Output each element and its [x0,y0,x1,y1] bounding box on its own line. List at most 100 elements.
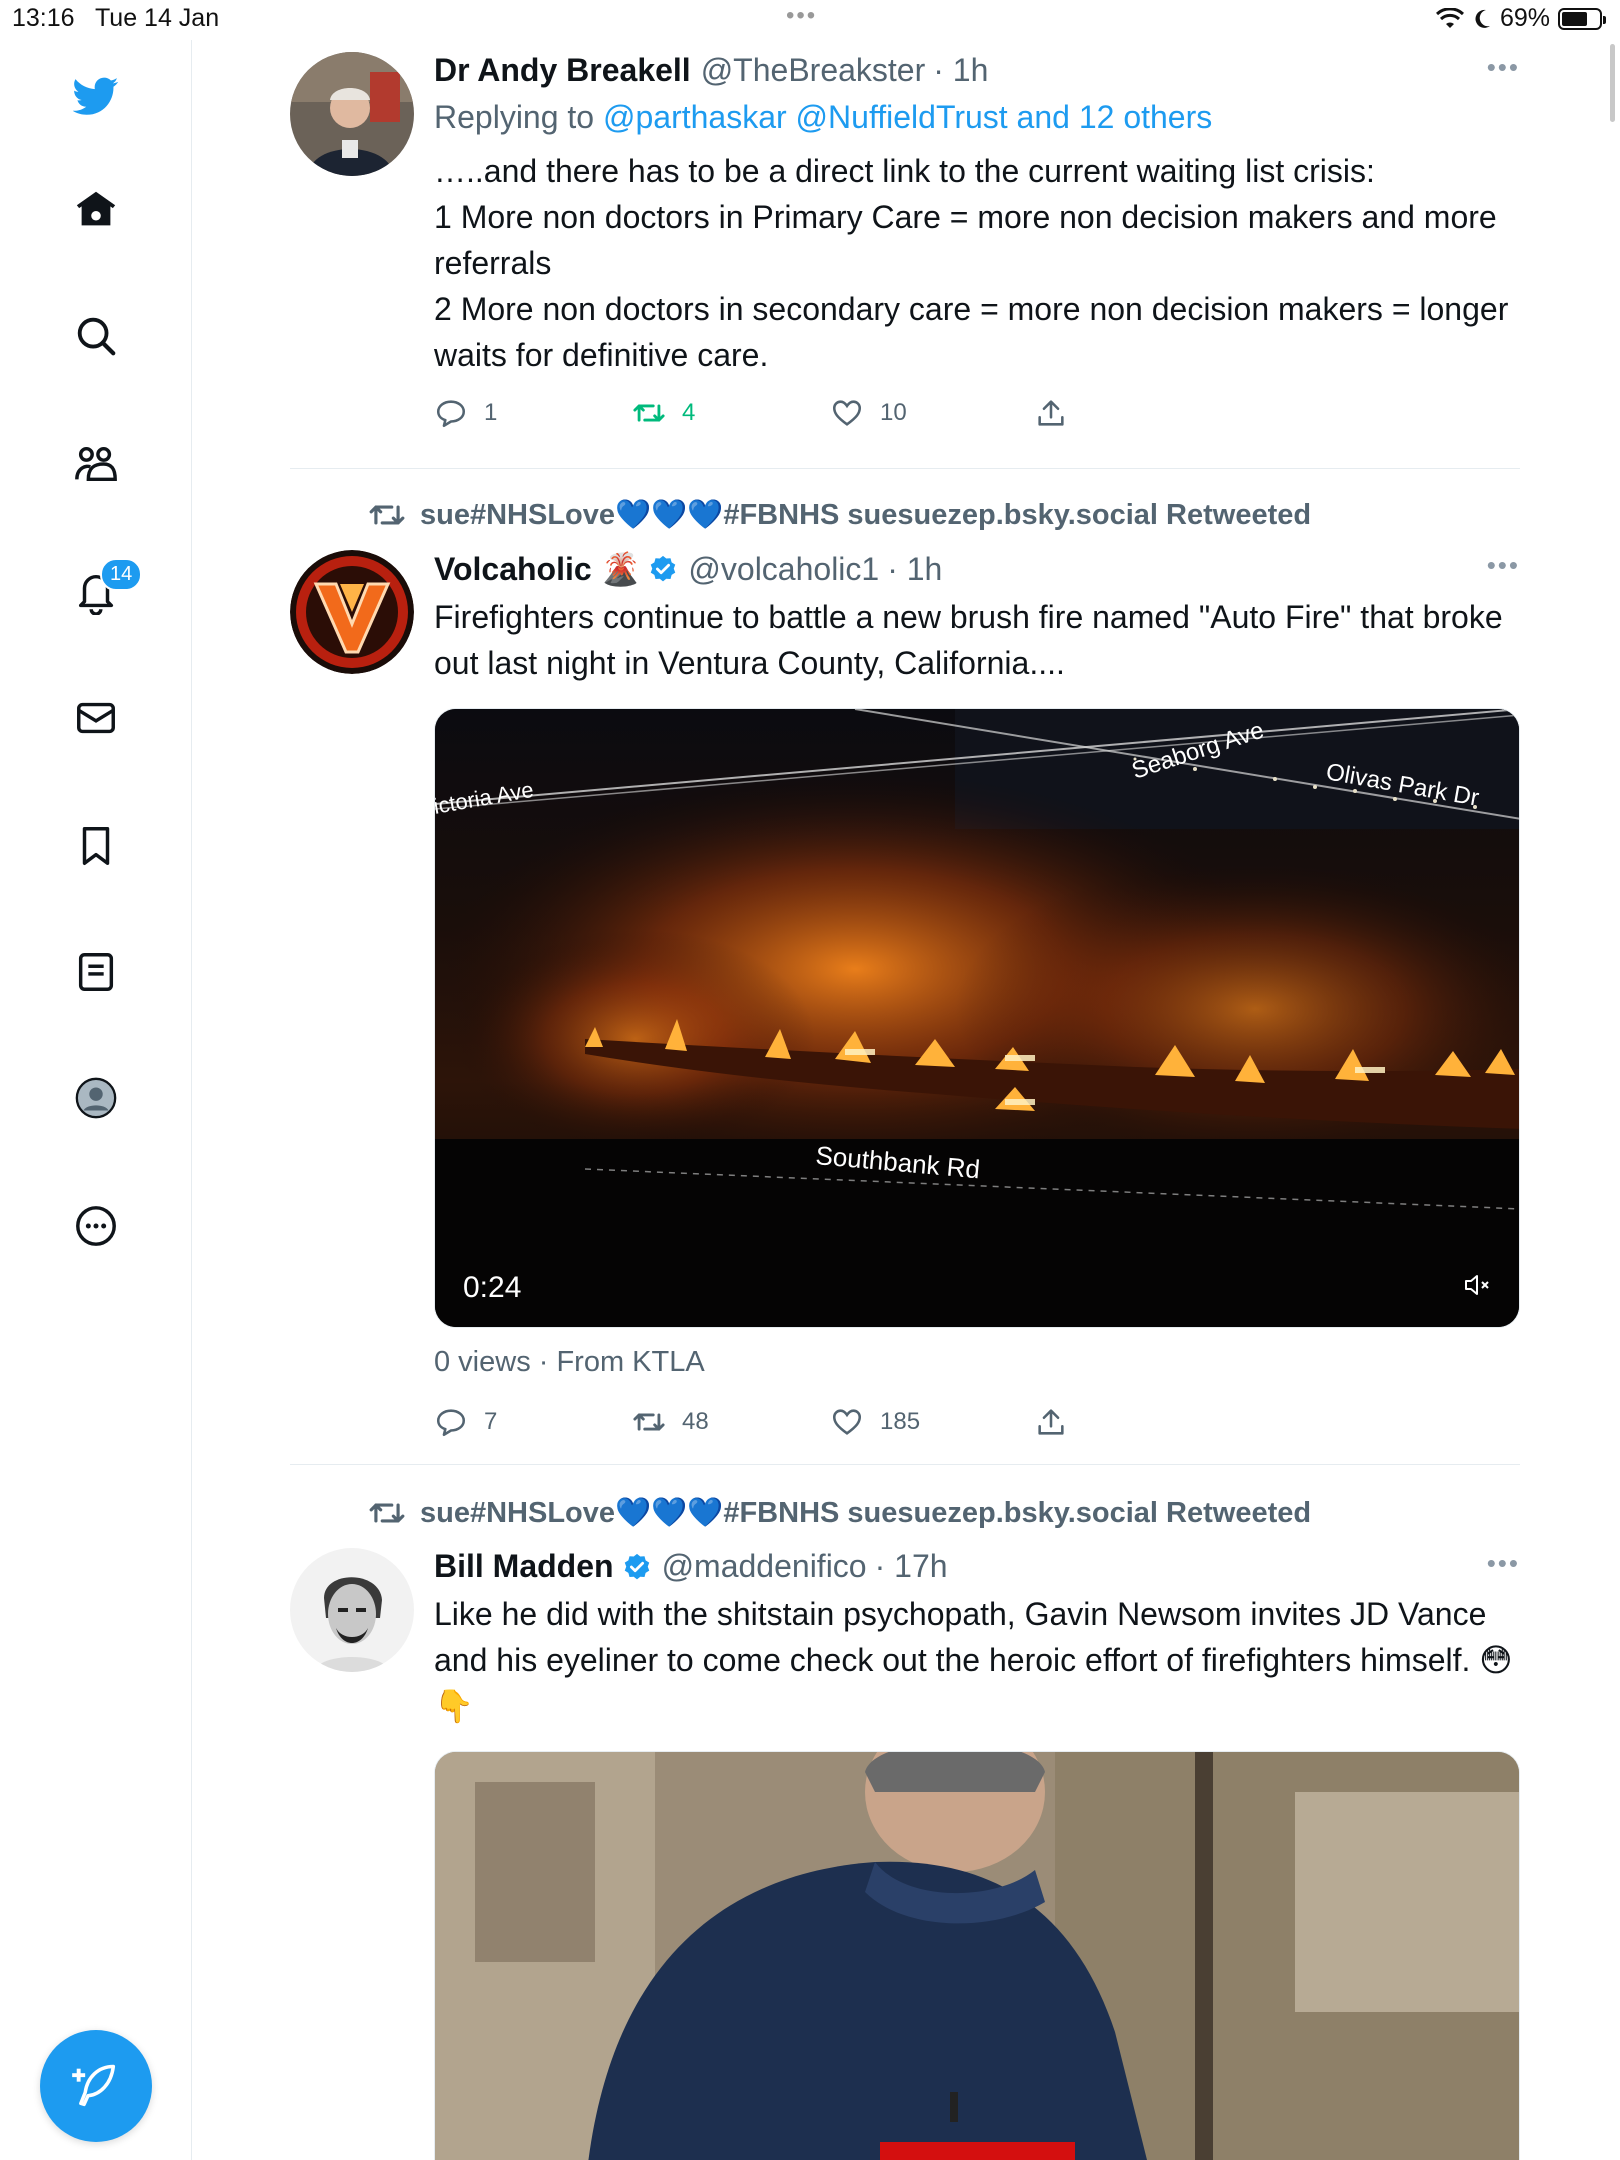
author-handle[interactable]: @volcaholic1 [688,551,879,588]
retweet-button[interactable]: 48 [632,1405,709,1439]
retweet-count: 4 [682,399,696,426]
tweet-text-line: …..and there has to be a direct link to … [434,153,1375,189]
people-icon [75,446,117,482]
author-name[interactable]: Dr Andy Breakell [434,52,691,89]
retweet-icon [369,505,405,525]
avatar[interactable] [290,550,414,674]
share-icon [1038,1409,1064,1435]
share-icon [1038,400,1064,426]
battery-fill [1562,11,1587,26]
tweet-actions: 1 4 10 [434,396,1520,440]
avatar[interactable] [290,1548,414,1672]
tweet-time[interactable]: · 1h [887,551,942,588]
like-count: 185 [880,1408,921,1435]
reply-icon [436,400,466,428]
sidebar: 14 [0,40,192,2160]
tweet-text: Firefighters continue to battle a new br… [434,599,1503,681]
tweet-actions: 7 48 185 [434,1405,1520,1449]
profile-icon [75,1077,117,1119]
retweeted-by[interactable]: sue#NHSLove💙💙💙#FBNHS suesuezep.bsky.soci… [368,1494,1311,1532]
nav-communities[interactable] [60,428,132,500]
tweet-time[interactable]: · 1h [933,52,988,89]
author-handle[interactable]: @maddenifico [662,1548,867,1585]
verified-badge-icon [651,555,676,582]
person-video-frame [435,1752,1519,2160]
retweet-button[interactable]: 4 [632,396,695,430]
status-date: Tue 14 Jan [94,4,220,32]
mute-icon[interactable] [1463,1271,1495,1299]
tweet-header: Volcaholic 🌋 @volcaholic1 · 1h [434,550,1520,588]
author-name[interactable]: Volcaholic 🌋 [434,550,640,588]
multitasking-dots-icon[interactable]: ••• [786,2,817,30]
fire-video-frame: ictoria Ave Seaborg Ave Olivas Park Dr S… [435,709,1519,1327]
reply-count: 7 [484,1408,498,1435]
tweet-time[interactable]: · 17h [875,1548,948,1585]
reply-button[interactable]: 7 [434,1405,497,1439]
retweet-icon [369,1503,405,1523]
bookmark-icon [82,827,110,865]
retweet-count: 48 [682,1408,709,1435]
tweet-more-icon[interactable]: ••• [1487,550,1520,581]
heart-icon [832,400,862,426]
list-icon [78,953,114,991]
nav-messages[interactable] [60,682,132,754]
tweet-more-icon[interactable]: ••• [1487,1548,1520,1579]
scrollbar[interactable] [1610,44,1615,122]
nav-home[interactable] [60,174,132,246]
compose-tweet-button[interactable] [40,2030,152,2142]
battery-icon [1558,7,1606,30]
tweet-header: Dr Andy Breakell @TheBreakster · 1h [434,52,1520,89]
retweeted-by-text[interactable]: sue#NHSLove💙💙💙#FBNHS suesuezep.bsky.soci… [420,498,1311,532]
verified-badge-icon [624,1553,649,1579]
notifications-badge: 14 [100,558,143,591]
more-icon [76,1206,116,1246]
author-handle[interactable]: @TheBreakster [701,52,926,89]
tweet-content: Dr Andy Breakell @TheBreakster · 1h ••• … [434,52,1520,440]
share-button[interactable] [1034,396,1068,430]
status-time: 13:16 [12,4,75,32]
nav-more[interactable] [60,1190,132,1262]
tweet-text: …..and there has to be a direct link to … [434,148,1520,378]
tweet-video[interactable] [434,1751,1520,2160]
reply-icon [436,1409,466,1437]
twitter-logo[interactable] [60,60,132,132]
nav-bookmarks[interactable] [60,810,132,882]
reply-count: 1 [484,399,498,426]
nav-lists[interactable] [60,936,132,1008]
tweet-text-line: 1 More non doctors in Primary Care = mor… [434,199,1497,281]
reply-button[interactable]: 1 [434,396,497,430]
author-name[interactable]: Bill Madden [434,1548,614,1585]
tweet-more-icon[interactable]: ••• [1487,52,1520,83]
video-duration: 0:24 [463,1271,522,1304]
tweet-text-line: 2 More non doctors in secondary care = m… [434,291,1509,373]
replying-to-users[interactable]: @parthaskar @NuffieldTrust and 12 others [603,99,1212,135]
home-icon [76,191,116,226]
video-meta[interactable]: 0 views · From KTLA [434,1346,1520,1379]
like-count: 10 [880,399,907,426]
bird-icon [73,77,119,115]
tweet-divider [290,1464,1520,1465]
retweeted-by-text[interactable]: sue#NHSLove💙💙💙#FBNHS suesuezep.bsky.soci… [420,1496,1311,1530]
share-button[interactable] [1034,1405,1068,1439]
mail-icon [77,702,115,734]
battery-percent: 69% [1499,4,1550,32]
retweet-icon [633,404,665,422]
tweet-header: Bill Madden @maddenifico · 17h [434,1548,1520,1585]
like-button[interactable]: 185 [830,1405,920,1439]
replying-to: Replying to @parthaskar @NuffieldTrust a… [434,99,1520,136]
tweet-content: Bill Madden @maddenifico · 17h ••• Like … [434,1548,1520,2160]
avatar[interactable] [290,52,414,176]
tweet-text: Like he did with the shitstain psychopat… [434,1596,1513,1724]
like-button[interactable]: 10 [830,396,907,430]
replying-to-prefix: Replying to [434,99,595,135]
heart-icon [832,1409,862,1435]
status-time-date: 13:16 Tue 14 Jan [12,4,219,33]
nav-profile[interactable] [60,1062,132,1134]
status-bar: 13:16 Tue 14 Jan ••• 69% [0,0,1620,40]
compose-icon [72,2064,116,2107]
tweet-divider [290,468,1520,469]
tweet-video[interactable]: ictoria Ave Seaborg Ave Olivas Park Dr S… [434,708,1520,1328]
nav-notifications[interactable]: 14 [60,556,143,628]
retweeted-by[interactable]: sue#NHSLove💙💙💙#FBNHS suesuezep.bsky.soci… [368,496,1311,534]
nav-explore[interactable] [60,300,132,372]
